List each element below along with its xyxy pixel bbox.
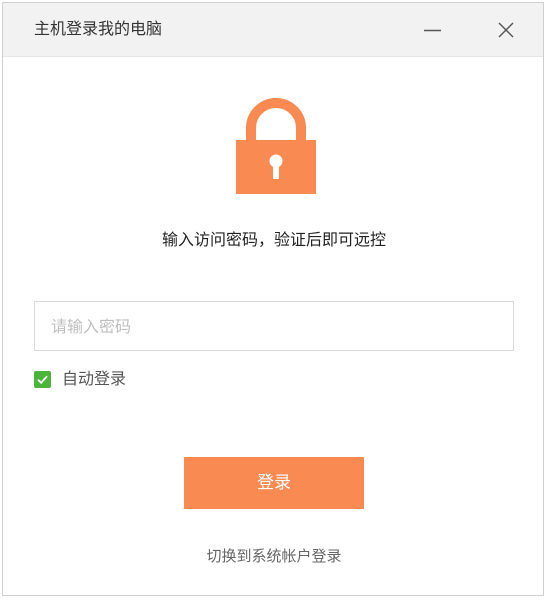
close-icon (498, 22, 514, 38)
auto-login-option[interactable]: 自动登录 (34, 368, 126, 390)
checkmark-icon (37, 375, 48, 384)
login-dialog: 主机登录我的电脑 输入访问密码，验证后即可远控 自动登录 登录 切换到系统帐户登… (2, 2, 544, 596)
auto-login-label: 自动登录 (62, 369, 127, 388)
title-bar: 主机登录我的电脑 (3, 3, 543, 57)
minimize-button[interactable] (418, 15, 448, 45)
password-input[interactable] (34, 301, 514, 351)
lock-icon (236, 98, 316, 194)
close-button[interactable] (491, 15, 521, 45)
auto-login-checkbox[interactable] (34, 370, 51, 388)
password-prompt: 输入访问密码，验证后即可远控 (161, 230, 386, 249)
login-button[interactable]: 登录 (184, 457, 364, 509)
switch-to-system-account-link[interactable]: 切换到系统帐户登录 (3, 545, 545, 567)
window-title: 主机登录我的电脑 (34, 19, 163, 38)
minimize-icon (424, 29, 441, 32)
